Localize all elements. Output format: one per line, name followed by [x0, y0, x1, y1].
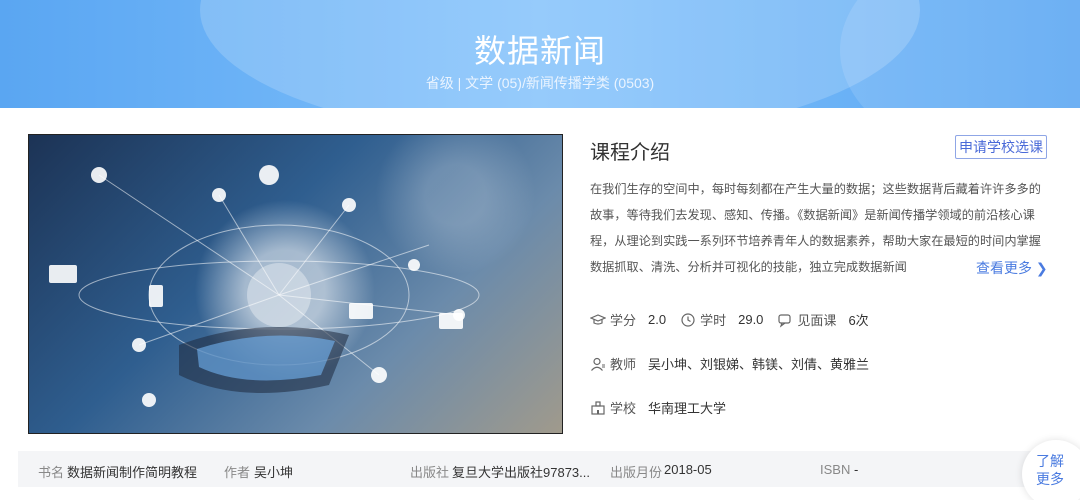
book-name-label: 书名	[38, 465, 65, 480]
graduation-cap-icon	[590, 312, 606, 328]
user-icon	[590, 356, 606, 372]
apply-school-course-button[interactable]: 申请学校选课	[955, 135, 1047, 159]
see-more-link[interactable]: 查看更多 ❯	[976, 258, 1048, 278]
book-author-value: 吴小坤	[254, 465, 294, 480]
hours-label: 学时	[700, 313, 727, 328]
school-row: 学校 华南理工大学	[590, 398, 740, 417]
book-publisher-label: 出版社	[410, 465, 450, 480]
credit-label: 学分	[610, 313, 637, 328]
see-more-label: 查看更多	[976, 260, 1032, 276]
course-stats-row: 学分 2.0 学时 29.0 见面课 6次	[590, 310, 883, 329]
credit-value: 2.0	[648, 312, 667, 327]
clock-icon	[680, 312, 696, 328]
book-name-value: 数据新闻制作简明教程	[67, 465, 198, 480]
book-isbn-label: ISBN	[820, 462, 851, 477]
building-icon	[590, 400, 606, 416]
course-banner: 数据新闻 省级 | 文学 (05)/新闻传播学类 (0503)	[0, 0, 1080, 108]
chat-bubble-icon	[777, 312, 793, 328]
book-date-value: 2018-05	[664, 462, 712, 477]
learn-more-line1: 了解	[1036, 453, 1064, 469]
book-publisher-value: 复旦大学出版社97873...	[452, 465, 590, 480]
teachers-value: 吴小坤、刘银娣、韩镁、刘倩、黄雅兰	[648, 357, 870, 372]
course-title: 数据新闻	[473, 33, 606, 69]
teachers-row: 教师 吴小坤、刘银娣、韩镁、刘倩、黄雅兰	[590, 354, 883, 373]
course-card: 课程介绍 申请学校选课 在我们生存的空间中，每时每刻都在产生大量的数据；这些数据…	[0, 108, 1080, 500]
intro-fade-overlay	[930, 254, 976, 280]
course-intro-heading: 课程介绍	[590, 142, 670, 164]
chevron-right-icon: ❯	[1035, 260, 1048, 276]
meeting-label: 见面课	[797, 313, 837, 328]
learn-more-line2: 更多	[1036, 471, 1064, 487]
teachers-label: 教师	[610, 357, 637, 372]
meeting-value: 6次	[848, 313, 869, 328]
school-value: 华南理工大学	[648, 401, 727, 416]
course-cover-image	[28, 134, 563, 434]
course-category: 省级 | 文学 (05)/新闻传播学类 (0503)	[425, 75, 655, 91]
book-author-label: 作者	[224, 465, 251, 480]
school-label: 学校	[610, 401, 637, 416]
book-date-label: 出版月份	[610, 465, 663, 480]
hours-value: 29.0	[738, 312, 764, 327]
textbook-info-bar: 书名 数据新闻制作简明教程 作者 吴小坤 出版社 复旦大学出版社97873...…	[18, 451, 1058, 487]
book-isbn-value: -	[854, 462, 859, 477]
